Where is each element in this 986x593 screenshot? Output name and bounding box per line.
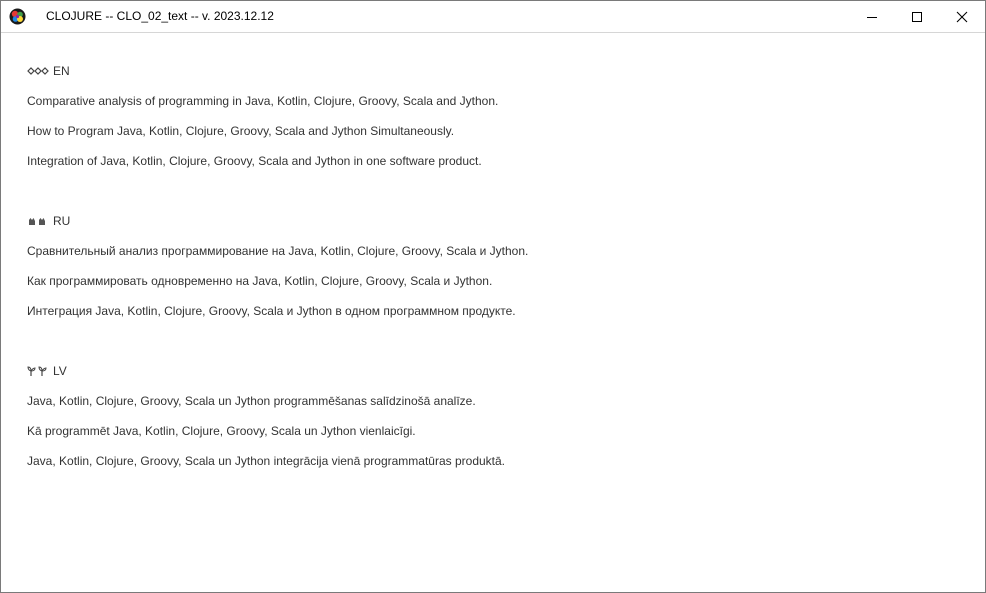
maximize-button[interactable] (894, 1, 940, 32)
section-ru-line-3: Интеграция Java, Kotlin, Clojure, Groovy… (27, 304, 516, 318)
minimize-button[interactable] (849, 1, 895, 32)
section-code-en: EN (53, 64, 70, 78)
section-lv-line-2: Kā programmēt Java, Kotlin, Clojure, Gro… (27, 424, 416, 438)
section-heading-en: EN (27, 64, 70, 78)
section-ru-line-2: Как программировать одновременно на Java… (27, 274, 493, 288)
section-lv-line-1: Java, Kotlin, Clojure, Groovy, Scala un … (27, 394, 476, 408)
section-en-line-1: Comparative analysis of programming in J… (27, 94, 499, 108)
waving-hands-icon (27, 216, 49, 227)
minimize-icon (866, 11, 878, 23)
section-heading-lv: LV (27, 364, 67, 378)
maximize-icon (911, 11, 923, 23)
clojure-logo-icon (9, 8, 26, 25)
close-icon (956, 11, 968, 23)
seedlings-icon (27, 365, 49, 377)
window-title: CLOJURE -- CLO_02_text -- v. 2023.12.12 (46, 9, 274, 23)
text-content-area: EN Comparative analysis of programming i… (2, 33, 984, 590)
title-bar[interactable]: CLOJURE -- CLO_02_text -- v. 2023.12.12 (1, 1, 985, 33)
section-en-line-3: Integration of Java, Kotlin, Clojure, Gr… (27, 154, 482, 168)
chain-links-icon (27, 66, 49, 76)
section-lv-line-3: Java, Kotlin, Clojure, Groovy, Scala un … (27, 454, 506, 468)
section-heading-ru: RU (27, 214, 70, 228)
section-code-ru: RU (53, 214, 71, 228)
section-ru-line-1: Сравнительный анализ программирование на… (27, 244, 529, 258)
section-code-lv: LV (53, 364, 67, 378)
section-en-line-2: How to Program Java, Kotlin, Clojure, Gr… (27, 124, 455, 138)
app-window: CLOJURE -- CLO_02_text -- v. 2023.12.12 (0, 0, 986, 593)
close-button[interactable] (939, 1, 985, 32)
